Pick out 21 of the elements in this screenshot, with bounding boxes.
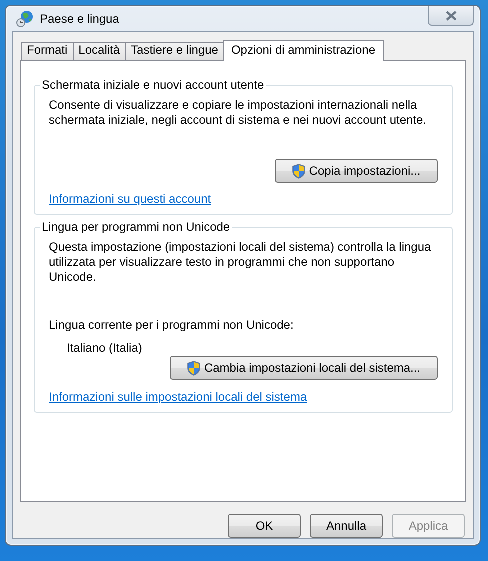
change-system-locale-button[interactable]: Cambia impostazioni locali del sistema... bbox=[170, 356, 438, 380]
description-text: Consente di visualizzare e copiare le impostazioni internazionali nella schermata iniziale, negli account di sistema e nei nuovi account utente. bbox=[49, 98, 428, 128]
dialog-button[interactable]: OK bbox=[228, 514, 301, 538]
close-button[interactable] bbox=[428, 6, 474, 26]
description-text: Questa impostazione (impostazioni locali del sistema) controlla la lingua utilizzata per visualizzare testo in programmi che non supportano Unicode. bbox=[49, 240, 432, 285]
tab[interactable]: Località bbox=[72, 42, 126, 60]
globe-icon bbox=[16, 10, 34, 28]
window-title: Paese e lingua bbox=[40, 12, 120, 26]
shield-icon bbox=[292, 164, 306, 178]
info-link[interactable]: Informazioni sulle impostazioni locali del sistema bbox=[49, 390, 308, 405]
shield-icon bbox=[187, 360, 202, 376]
tab[interactable]: Opzioni di amministrazione bbox=[223, 40, 384, 61]
tab[interactable]: Tastiere e lingue bbox=[125, 42, 224, 60]
copy-settings-button[interactable]: Copia impostazioni... bbox=[275, 159, 438, 183]
current-language-label: Lingua corrente per i programmi non Unicode: bbox=[49, 318, 295, 333]
dialog-button[interactable]: Annulla bbox=[310, 514, 383, 538]
group-title: Lingua per programmi non Unicode bbox=[40, 220, 232, 235]
current-language-value: Italiano (Italia) bbox=[67, 341, 144, 356]
close-icon bbox=[446, 10, 456, 20]
tab[interactable]: Formati bbox=[21, 42, 74, 60]
info-link[interactable]: Informazioni su questi account bbox=[49, 192, 212, 207]
